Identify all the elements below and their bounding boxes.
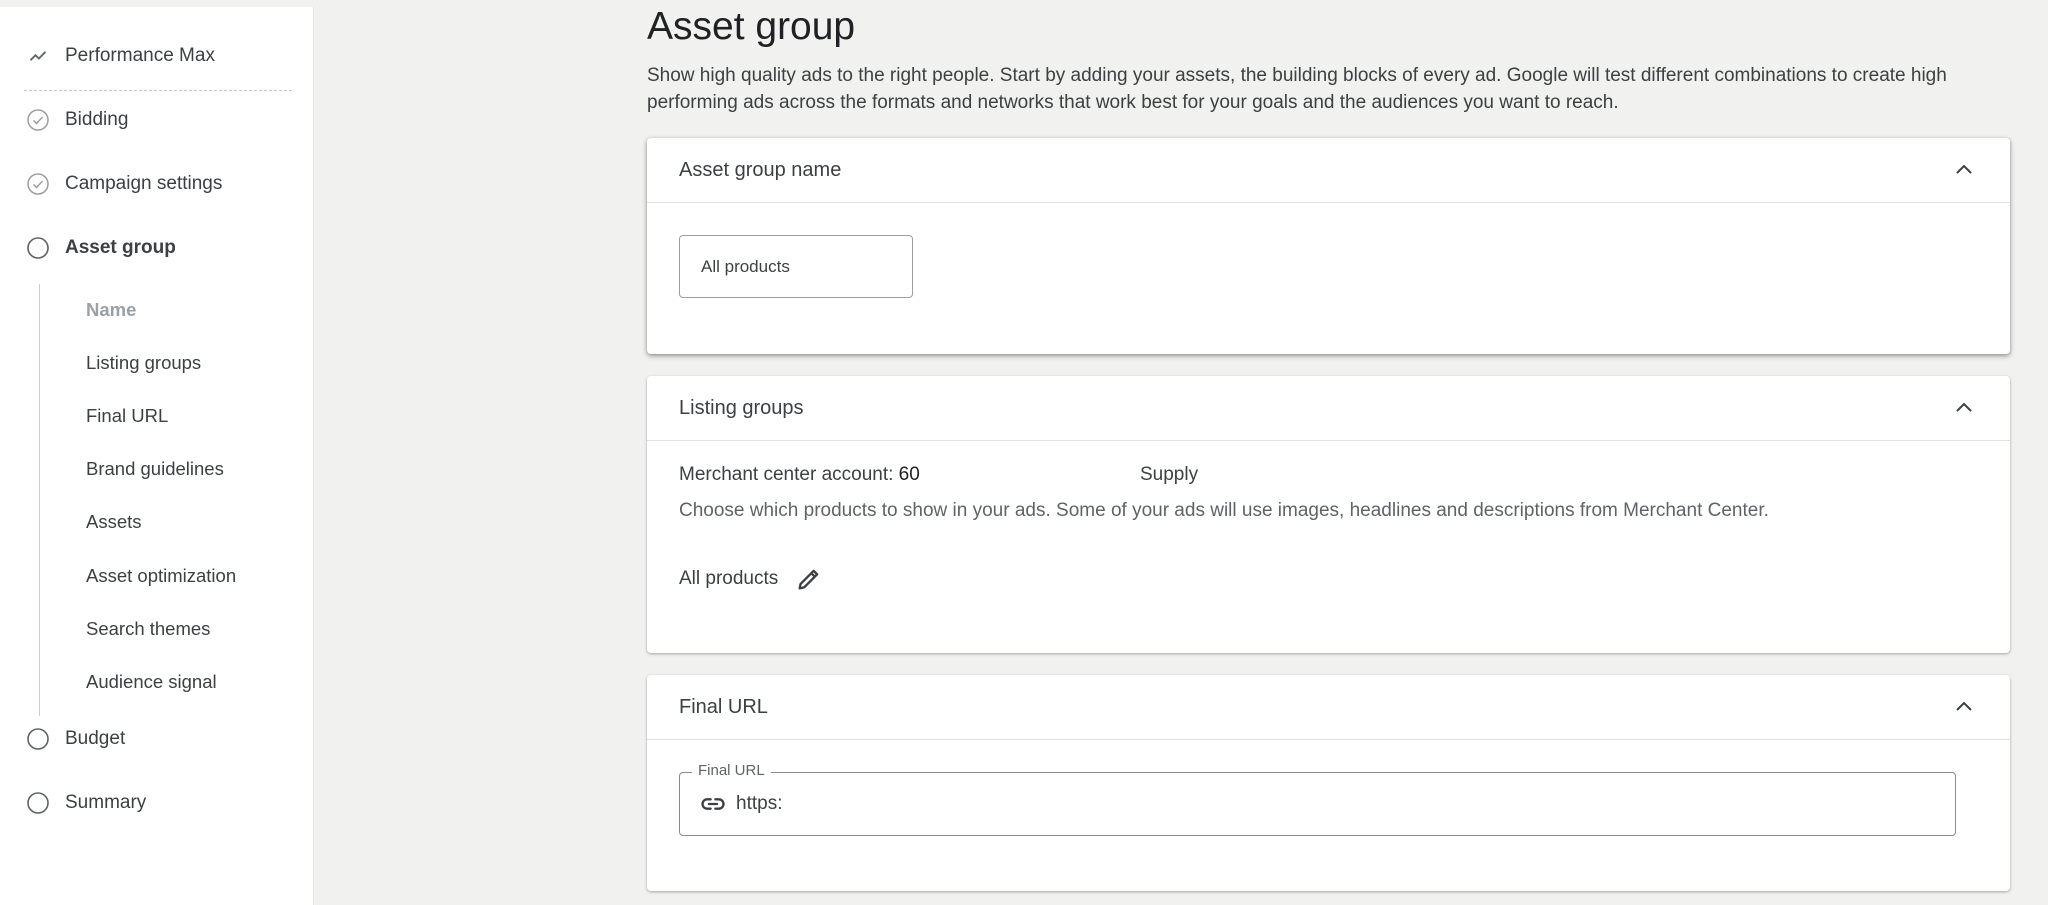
listing-products: All products bbox=[679, 564, 824, 594]
products-label: All products bbox=[679, 568, 779, 589]
trending-icon bbox=[26, 44, 50, 68]
final-url-field-label: Final URL bbox=[692, 762, 771, 779]
subnav-brand-guidelines[interactable]: Brand guidelines bbox=[86, 458, 224, 480]
final-url-value: https: bbox=[736, 793, 783, 814]
pencil-icon[interactable] bbox=[794, 564, 824, 594]
card-header: Listing groups bbox=[647, 376, 2010, 441]
asset-group-name-card: Asset group name All products bbox=[647, 138, 2010, 354]
nav-budget[interactable]: Budget bbox=[26, 727, 125, 751]
check-circle-icon bbox=[26, 172, 50, 196]
card-title: Final URL bbox=[679, 695, 768, 718]
subnav-line bbox=[39, 284, 40, 716]
merchant-label: Merchant center account: bbox=[679, 464, 894, 485]
subnav-audience-signal[interactable]: Audience signal bbox=[86, 671, 217, 693]
card-header: Final URL bbox=[647, 675, 2010, 740]
subnav-listing-groups[interactable]: Listing groups bbox=[86, 352, 201, 374]
card-header: Asset group name bbox=[647, 138, 2010, 203]
listing-description: Choose which products to show in your ad… bbox=[679, 500, 1769, 521]
card-title: Asset group name bbox=[679, 158, 842, 181]
nav-performance-max[interactable]: Performance Max bbox=[26, 44, 215, 68]
circle-icon bbox=[26, 791, 50, 815]
page-title: Asset group bbox=[647, 5, 856, 48]
subnav-name[interactable]: Name bbox=[86, 299, 136, 321]
nav-bidding[interactable]: Bidding bbox=[26, 108, 128, 132]
listing-groups-card: Listing groups Merchant center account: … bbox=[647, 376, 2010, 653]
card-title: Listing groups bbox=[679, 396, 804, 419]
link-icon bbox=[698, 789, 728, 819]
nav-asset-group[interactable]: Asset group bbox=[26, 236, 176, 260]
nav-campaign-settings[interactable]: Campaign settings bbox=[26, 172, 222, 196]
nav-summary[interactable]: Summary bbox=[26, 791, 146, 815]
subnav-asset-optimization[interactable]: Asset optimization bbox=[86, 565, 236, 587]
final-url-input[interactable]: Final URL https: bbox=[679, 762, 1956, 836]
supply-label: Supply bbox=[1140, 464, 1199, 485]
circle-icon bbox=[26, 236, 50, 260]
subnav-assets[interactable]: Assets bbox=[86, 511, 142, 533]
check-circle-icon bbox=[26, 108, 50, 132]
sidebar: Performance Max Bidding Campaign setting… bbox=[0, 7, 314, 905]
chevron-up-icon[interactable] bbox=[1950, 156, 1978, 184]
subnav-final-url[interactable]: Final URL bbox=[86, 405, 168, 427]
asset-group-name-input[interactable]: All products bbox=[679, 235, 913, 298]
final-url-card: Final URL Final URL https: bbox=[647, 675, 2010, 891]
chevron-up-icon[interactable] bbox=[1950, 693, 1978, 721]
circle-icon bbox=[26, 727, 50, 751]
subnav-search-themes[interactable]: Search themes bbox=[86, 618, 210, 640]
page-description: Show high quality ads to the right peopl… bbox=[647, 65, 1947, 113]
nav-divider bbox=[24, 90, 292, 91]
chevron-up-icon[interactable] bbox=[1950, 394, 1978, 422]
merchant-value: 60 bbox=[898, 464, 920, 485]
merchant-account: Merchant center account: 60 bbox=[679, 464, 920, 486]
input-value: All products bbox=[701, 256, 790, 276]
